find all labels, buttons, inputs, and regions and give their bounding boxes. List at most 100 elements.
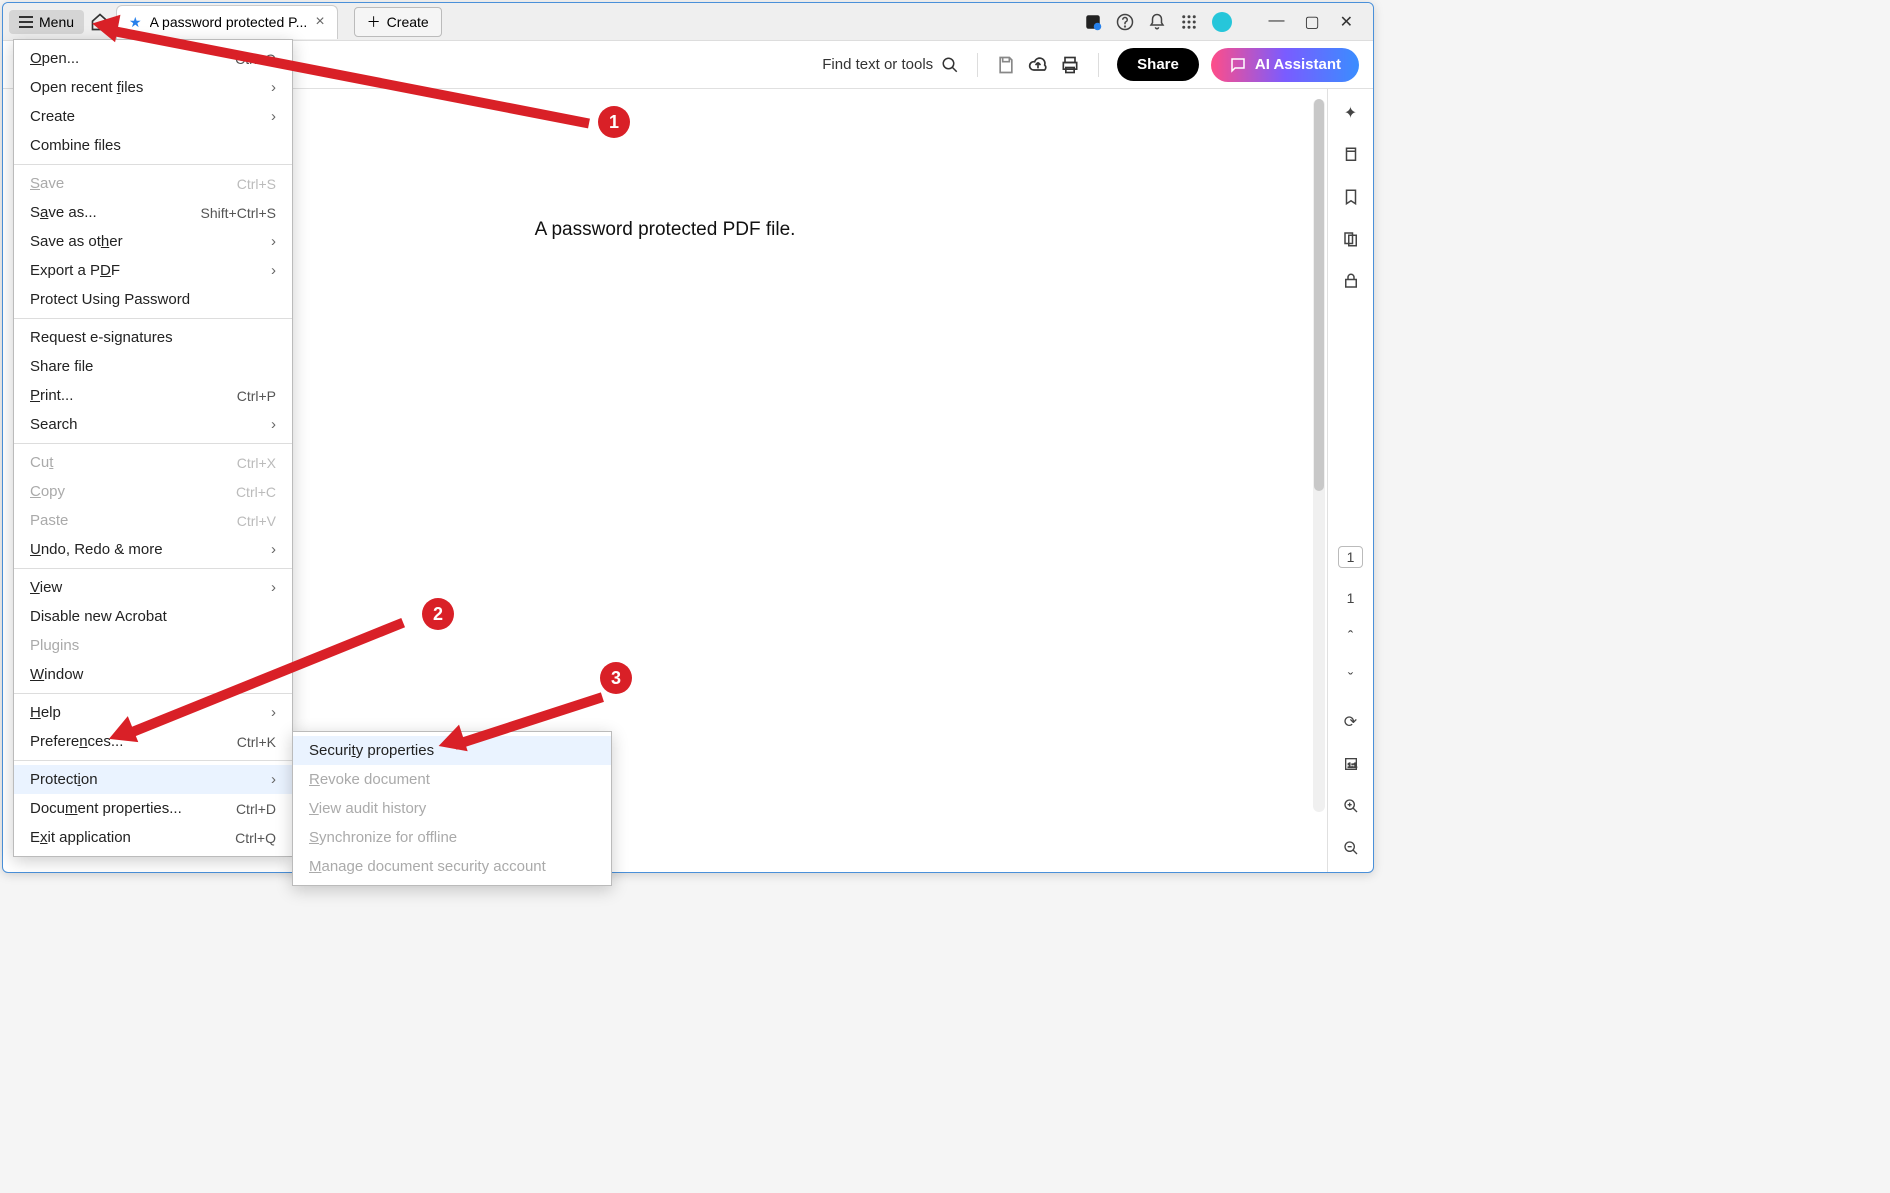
print-icon[interactable] <box>1060 55 1080 75</box>
chevron-right-icon: › <box>271 416 276 433</box>
share-button[interactable]: Share <box>1117 48 1199 81</box>
menu-item-create[interactable]: Create › <box>14 102 292 131</box>
cloud-upload-icon[interactable] <box>1028 55 1048 75</box>
menu-item-open-recent-files[interactable]: Open recent files› <box>14 73 292 102</box>
help-icon[interactable] <box>1116 13 1134 31</box>
apps-grid-icon[interactable] <box>1180 13 1198 31</box>
menu-item-label: Export a PDF <box>30 262 120 279</box>
menu-item-label: Search <box>30 416 78 433</box>
lock-icon[interactable] <box>1341 271 1361 291</box>
menu-item-save-as[interactable]: Save as...Shift+Ctrl+S <box>14 198 292 227</box>
extension-icon[interactable] <box>1084 13 1102 31</box>
submenu-item-view-audit-history: View audit history <box>293 794 611 823</box>
menu-item-shortcut: Ctrl+S <box>237 176 276 192</box>
menu-item-protection[interactable]: Protection › <box>14 765 292 794</box>
zoom-out-icon[interactable] <box>1341 838 1361 858</box>
plus-icon: ＋ <box>367 12 381 32</box>
menu-item-copy: CopyCtrl+C <box>14 477 292 506</box>
menu-item-shortcut: Ctrl+P <box>237 388 276 404</box>
menu-item-undo-redo-more[interactable]: Undo, Redo & more› <box>14 535 292 564</box>
chevron-right-icon: › <box>271 704 276 721</box>
maximize-button[interactable]: ▢ <box>1304 12 1319 32</box>
menu-item-print[interactable]: Print...Ctrl+P <box>14 381 292 410</box>
submenu-item-synchronize-for-offline: Synchronize for offline <box>293 823 611 852</box>
menu-item-label: Create <box>30 108 75 125</box>
menu-item-shortcut: Ctrl+D <box>236 801 276 817</box>
copy-pages-icon[interactable] <box>1341 229 1361 249</box>
menu-item-label: View audit history <box>309 800 426 817</box>
save-icon[interactable] <box>996 55 1016 75</box>
menu-item-preferences[interactable]: Preferences...Ctrl+K <box>14 727 292 756</box>
create-button[interactable]: ＋ Create <box>354 7 442 37</box>
chevron-right-icon: › <box>271 108 276 125</box>
user-avatar[interactable] <box>1212 12 1232 32</box>
menu-separator <box>14 443 292 444</box>
menu-item-shortcut: Ctrl+Q <box>235 830 276 846</box>
chevron-right-icon: › <box>271 771 276 788</box>
ai-button-label: AI Assistant <box>1255 56 1341 73</box>
zoom-in-icon[interactable] <box>1341 796 1361 816</box>
menu-item-request-e-signatures[interactable]: Request e-signatures <box>14 323 292 352</box>
sparkle-icon[interactable]: ✦ <box>1341 103 1361 123</box>
pages-panel-icon[interactable] <box>1341 145 1361 165</box>
menu-item-label: Cut <box>30 454 53 471</box>
menu-item-label: View <box>30 579 62 596</box>
chevron-right-icon: › <box>271 541 276 558</box>
menu-item-shortcut: Ctrl+K <box>237 734 276 750</box>
chevron-right-icon: › <box>271 262 276 279</box>
menu-item-search[interactable]: Search › <box>14 410 292 439</box>
menu-item-plugins: Plugins <box>14 631 292 660</box>
menu-item-combine-files[interactable]: Combine files <box>14 131 292 160</box>
menu-item-exit-application[interactable]: Exit applicationCtrl+Q <box>14 823 292 852</box>
menu-button[interactable]: Menu <box>9 10 84 34</box>
menu-item-label: Open recent files <box>30 79 143 96</box>
ai-assistant-button[interactable]: AI Assistant <box>1211 48 1359 82</box>
menu-item-label: Protect Using Password <box>30 291 190 308</box>
menu-item-label: Protection <box>30 771 98 788</box>
window-controls: — ▢ ✕ <box>1248 12 1367 32</box>
vertical-scrollbar[interactable] <box>1313 99 1325 812</box>
page-up-icon[interactable]: ˆ <box>1341 628 1361 648</box>
titlebar-icons <box>1084 12 1242 32</box>
menu-item-label: Paste <box>30 512 68 529</box>
main-menu: Open...Ctrl+OOpen recent files›Create›Co… <box>13 39 293 857</box>
menu-item-label: Document properties... <box>30 800 182 817</box>
menu-item-disable-new-acrobat[interactable]: Disable new Acrobat <box>14 602 292 631</box>
fit-width-icon[interactable]: 1:1 <box>1341 754 1361 774</box>
menu-item-protect-using-password[interactable]: Protect Using Password <box>14 285 292 314</box>
page-input[interactable]: 1 <box>1338 546 1364 568</box>
page-total: 1 <box>1347 590 1355 606</box>
menu-item-save-as-other[interactable]: Save as other› <box>14 227 292 256</box>
rotate-icon[interactable]: ⟳ <box>1341 712 1361 732</box>
svg-text:1:1: 1:1 <box>1347 762 1357 769</box>
bell-icon[interactable] <box>1148 13 1166 31</box>
page-down-icon[interactable]: ˇ <box>1341 670 1361 690</box>
menu-item-shortcut: Ctrl+V <box>237 513 276 529</box>
menu-item-document-properties[interactable]: Document properties... Ctrl+D <box>14 794 292 823</box>
callout-badge-3: 3 <box>600 662 632 694</box>
menu-item-label: Save as... <box>30 204 97 221</box>
minimize-button[interactable]: — <box>1268 12 1284 32</box>
menu-item-label: Combine files <box>30 137 121 154</box>
menu-item-export-a-pdf[interactable]: Export a PDF › <box>14 256 292 285</box>
close-tab-icon[interactable]: × <box>315 13 324 31</box>
find-label: Find text or tools <box>822 56 933 73</box>
menu-item-cut: CutCtrl+X <box>14 448 292 477</box>
chevron-right-icon: › <box>271 233 276 250</box>
menu-item-label: Plugins <box>30 637 79 654</box>
menu-item-share-file[interactable]: Share file <box>14 352 292 381</box>
titlebar: Menu ★ A password protected P... × ＋ Cre… <box>3 3 1373 41</box>
menu-item-label: Share file <box>30 358 93 375</box>
menu-item-label: Copy <box>30 483 65 500</box>
menu-separator <box>14 318 292 319</box>
close-window-button[interactable]: ✕ <box>1340 12 1353 32</box>
document-body-text: A password protected PDF file. <box>535 219 796 240</box>
bookmark-icon[interactable] <box>1341 187 1361 207</box>
callout-badge-2: 2 <box>422 598 454 630</box>
menu-item-label: Open... <box>30 50 79 67</box>
menu-item-view[interactable]: View› <box>14 573 292 602</box>
find-box[interactable]: Find text or tools <box>822 56 959 74</box>
menu-button-label: Menu <box>39 14 74 30</box>
create-button-label: Create <box>387 14 429 30</box>
menu-separator <box>14 568 292 569</box>
